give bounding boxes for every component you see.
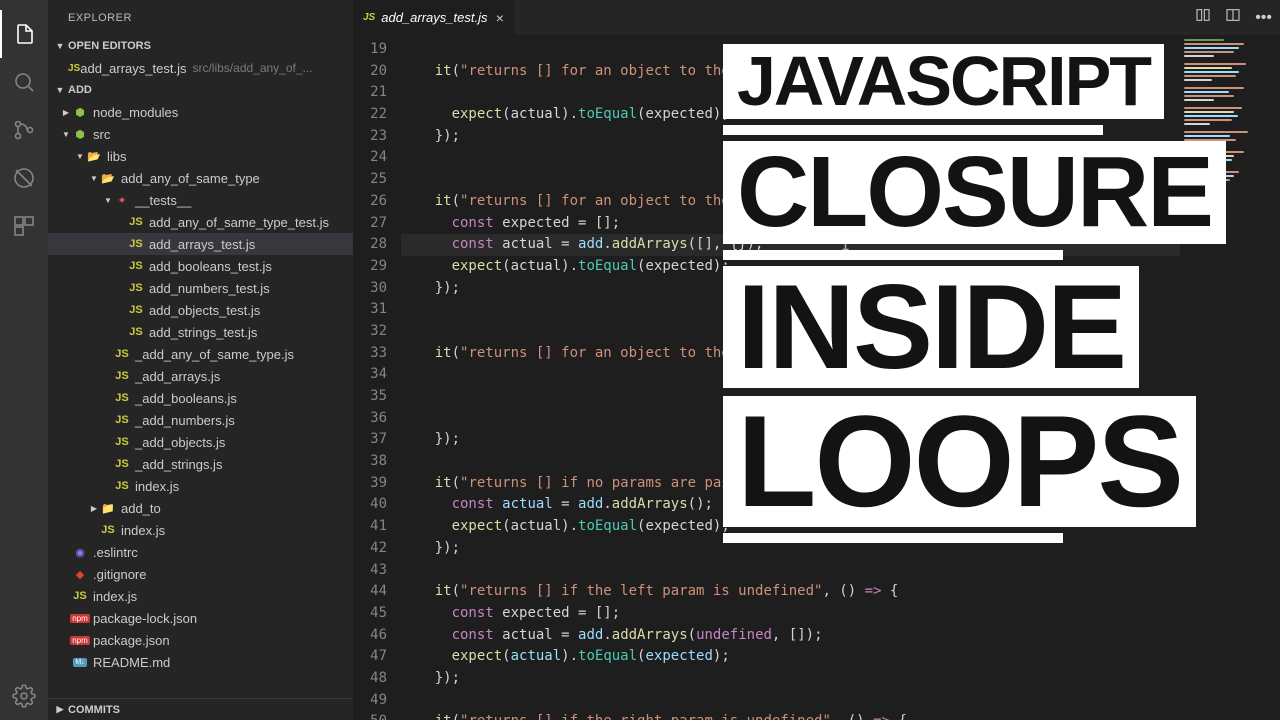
folder-libs[interactable]: ▼📂libs: [48, 145, 353, 167]
workspace-root-header[interactable]: ▼ ADD: [48, 79, 353, 101]
file-add-any-test[interactable]: JSadd_any_of_same_type_test.js: [48, 211, 353, 233]
split-compare-icon[interactable]: [1195, 7, 1211, 28]
explorer-sidebar: EXPLORER ▼ OPEN EDITORS JS add_arrays_te…: [48, 0, 353, 720]
file-pkg-lock[interactable]: npmpackage-lock.json: [48, 607, 353, 629]
title-overlay: JAVASCRIPT CLOSURE INSIDE LOOPS: [723, 40, 1226, 545]
file-tree: ▶⬢node_modules▼⬢src▼📂libs▼📂add_any_of_sa…: [48, 101, 353, 698]
file-gitignore[interactable]: ◆.gitignore: [48, 563, 353, 585]
overlay-word-2: CLOSURE: [723, 141, 1226, 244]
line-number-gutter: 1920212223242526272829303132333435363738…: [353, 35, 401, 720]
chevron-right-icon: ▶: [52, 704, 68, 715]
overlay-divider: [723, 125, 1103, 135]
editor-area: JS add_arrays_test.js × ••• 192021222324…: [353, 0, 1280, 720]
file-add-arrays-test[interactable]: JSadd_arrays_test.js: [48, 233, 353, 255]
folder-add-any[interactable]: ▼📂add_any_of_same_type: [48, 167, 353, 189]
open-editor-item[interactable]: JS add_arrays_test.js src/libs/add_any_o…: [48, 57, 353, 79]
open-editors-header[interactable]: ▼ OPEN EDITORS: [48, 35, 353, 57]
file-add-objects-test[interactable]: JSadd_objects_test.js: [48, 299, 353, 321]
file-add-strings[interactable]: JS_add_strings.js: [48, 453, 353, 475]
overlay-divider: [723, 250, 1063, 260]
js-icon: JS: [68, 63, 80, 74]
file-root-index[interactable]: JSindex.js: [48, 585, 353, 607]
folder-src[interactable]: ▼⬢src: [48, 123, 353, 145]
overlay-divider: [723, 533, 1063, 543]
editor-tab[interactable]: JS add_arrays_test.js ×: [353, 0, 515, 35]
explorer-title: EXPLORER: [48, 0, 353, 35]
file-src-index[interactable]: JSindex.js: [48, 519, 353, 541]
editor-tabs: JS add_arrays_test.js × •••: [353, 0, 1280, 35]
file-add-numbers[interactable]: JS_add_numbers.js: [48, 409, 353, 431]
chevron-down-icon: ▼: [52, 41, 68, 51]
file-pkg[interactable]: npmpackage.json: [48, 629, 353, 651]
file-add-arrays[interactable]: JS_add_arrays.js: [48, 365, 353, 387]
file-add-objects[interactable]: JS_add_objects.js: [48, 431, 353, 453]
source-control-icon[interactable]: [0, 106, 48, 154]
file-add-strings-test[interactable]: JSadd_strings_test.js: [48, 321, 353, 343]
split-editor-icon[interactable]: [1225, 7, 1241, 28]
folder-add-to[interactable]: ▶📁add_to: [48, 497, 353, 519]
debug-icon[interactable]: [0, 154, 48, 202]
file-readme[interactable]: M↓README.md: [48, 651, 353, 673]
extensions-icon[interactable]: [0, 202, 48, 250]
chevron-down-icon: ▼: [52, 85, 68, 95]
activity-bar: [0, 0, 48, 720]
folder-tests[interactable]: ▼✦__tests__: [48, 189, 353, 211]
overlay-word-3: INSIDE: [723, 266, 1139, 388]
commits-header[interactable]: ▶ COMMITS: [48, 698, 353, 720]
file-add-booleans-test[interactable]: JSadd_booleans_test.js: [48, 255, 353, 277]
editor-tab-actions: •••: [1195, 0, 1280, 35]
close-icon[interactable]: ×: [495, 10, 503, 26]
folder-node-modules[interactable]: ▶⬢node_modules: [48, 101, 353, 123]
overlay-word-4: LOOPS: [723, 396, 1196, 528]
overlay-word-1: JAVASCRIPT: [723, 44, 1164, 119]
files-icon[interactable]: [0, 10, 48, 58]
file-add-booleans[interactable]: JS_add_booleans.js: [48, 387, 353, 409]
file-add-any[interactable]: JS_add_any_of_same_type.js: [48, 343, 353, 365]
file-eslintrc[interactable]: ◉.eslintrc: [48, 541, 353, 563]
more-icon[interactable]: •••: [1255, 9, 1272, 27]
file-add-numbers-test[interactable]: JSadd_numbers_test.js: [48, 277, 353, 299]
js-icon: JS: [363, 12, 375, 23]
file-libs-index[interactable]: JSindex.js: [48, 475, 353, 497]
search-icon[interactable]: [0, 58, 48, 106]
settings-gear-icon[interactable]: [0, 672, 48, 720]
